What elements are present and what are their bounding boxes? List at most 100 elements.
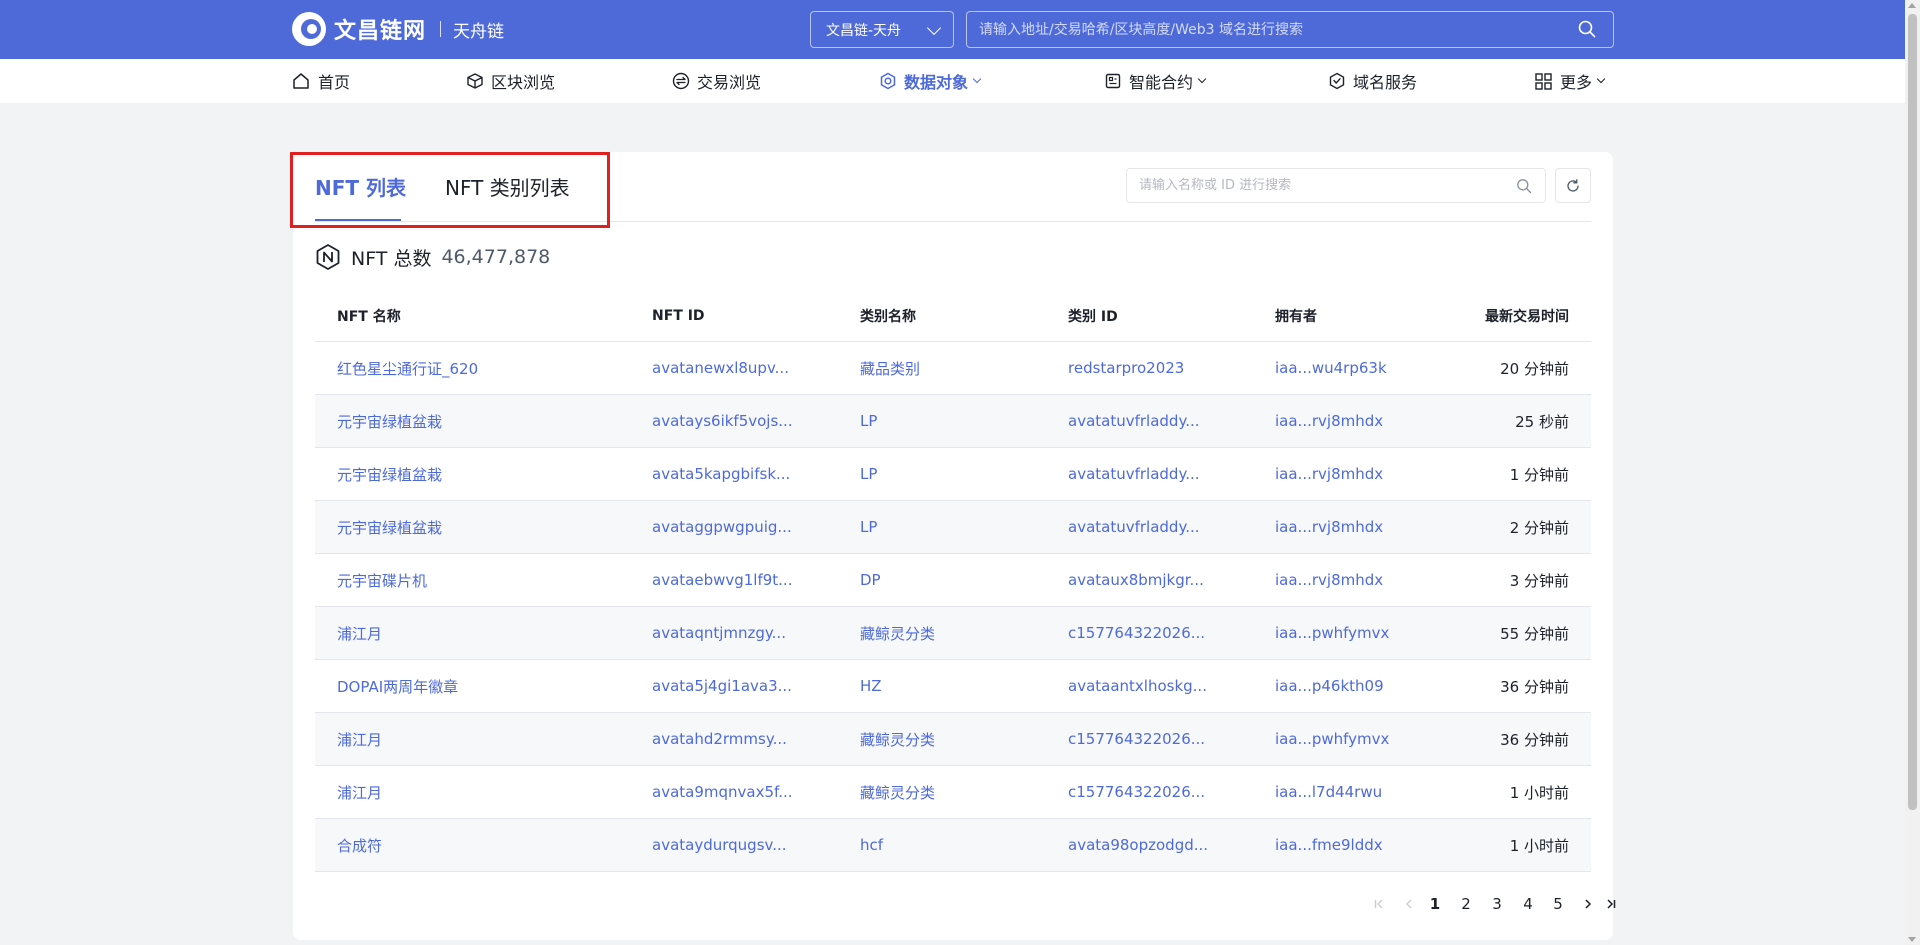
nav-item-domains[interactable]: 域名服务 [1328,59,1417,103]
owner-link[interactable]: iaa...rvj8mhdx [1275,395,1383,447]
nft-total: NFT 总数 46,477,878 [315,242,550,272]
first-page-icon [1374,899,1383,909]
owner-link[interactable]: iaa...rvj8mhdx [1275,554,1383,606]
nft-name-link[interactable]: 元宇宙碟片机 [337,554,427,606]
domain-icon [1329,72,1345,90]
class-id-link[interactable]: c157764322026... [1068,607,1205,659]
owner-link[interactable]: iaa...fme9lddx [1275,819,1383,871]
owner-link[interactable]: iaa...l7d44rwu [1275,766,1382,818]
next-page-button[interactable] [1576,887,1600,921]
table-row: 元宇宙绿植盆栽 avata5kapgbifsk... LP avatatuvfrlad… [315,448,1591,501]
nav-item-home[interactable]: 首页 [291,59,350,103]
class-id-link[interactable]: avatatuvfrladdy... [1068,501,1200,553]
nft-id-link[interactable]: avataggpwgpuig... [652,501,792,553]
nav-item-label: 更多 [1560,73,1593,92]
global-search-input[interactable] [966,11,1614,48]
class-id-link[interactable]: avataux8bmjkgr... [1068,554,1204,606]
nft-id-link[interactable]: avataebwvg1lf9t... [652,554,792,606]
nft-name-link[interactable]: 元宇宙绿植盆栽 [337,395,442,447]
nav-item-blocks[interactable]: 区块浏览 [466,59,555,103]
chevron-right-icon [1585,899,1592,909]
nft-total-label: NFT 总数 [351,247,432,270]
page-button[interactable]: 1 [1423,887,1447,921]
nft-id-link[interactable]: avatanewxl8upv... [652,342,789,394]
tabs-highlight-box [290,152,610,228]
prev-page-button[interactable] [1397,887,1421,921]
chevron-down-icon [972,74,982,84]
nft-name-link[interactable]: 元宇宙绿植盆栽 [337,448,442,500]
search-icon[interactable] [1516,178,1532,194]
class-id-link[interactable]: c157764322026... [1068,713,1205,765]
last-tx-time: 25 秒前 [1515,412,1569,431]
table-row: 元宇宙绿植盆栽 avatays6ikf5vojs... LP avatatuvfrla… [315,395,1591,448]
nft-hexagon-icon [316,244,340,270]
owner-link[interactable]: iaa...rvj8mhdx [1275,448,1383,500]
class-name-link[interactable]: 藏鲸灵分类 [860,607,935,659]
search-icon[interactable] [1578,20,1596,38]
class-name-link[interactable]: 藏鲸灵分类 [860,713,935,765]
class-id-link[interactable]: avatatuvfrladdy... [1068,395,1200,447]
logo[interactable]: 文昌链网 天舟链 [292,12,504,46]
first-page-button[interactable] [1367,887,1391,921]
owner-link[interactable]: iaa...rvj8mhdx [1275,501,1383,553]
scroll-down-icon[interactable] [1908,937,1916,942]
page-button[interactable]: 4 [1516,887,1540,921]
owner-link[interactable]: iaa...pwhfymvx [1275,607,1389,659]
last-tx-time: 20 分钟前 [1500,359,1569,378]
class-name-link[interactable]: 藏品类别 [860,342,920,394]
nft-name-link[interactable]: 红色星尘通行证_620 [337,342,478,394]
page-scrollbar[interactable] [1905,0,1920,945]
class-name-link[interactable]: LP [860,395,877,447]
nft-name-link[interactable]: 合成符 [337,819,382,871]
class-id-link[interactable]: avatatuvfrladdy... [1068,448,1200,500]
class-name-link[interactable]: hcf [860,819,883,871]
nft-id-link[interactable]: avata5kapgbifsk... [652,448,790,500]
class-name-link[interactable]: LP [860,448,877,500]
nft-name-link[interactable]: 浦江月 [337,607,382,659]
nft-id-link[interactable]: avatays6ikf5vojs... [652,395,793,447]
nft-name-link[interactable]: 浦江月 [337,766,382,818]
class-name-link[interactable]: 藏鲸灵分类 [860,766,935,818]
nft-name-link[interactable]: 元宇宙绿植盆栽 [337,501,442,553]
home-icon [293,73,309,89]
nft-name-link[interactable]: 浦江月 [337,713,382,765]
column-header: 最新交易时间 [1485,308,1569,325]
class-id-link[interactable]: avataantxlhoskg... [1068,660,1207,712]
nft-id-link[interactable]: avataydurqugsv... [652,819,787,871]
scroll-up-icon[interactable] [1908,3,1916,8]
owner-link[interactable]: iaa...pwhfymvx [1275,713,1389,765]
class-id-link[interactable]: c157764322026... [1068,766,1205,818]
owner-link[interactable]: iaa...wu4rp63k [1275,342,1387,394]
page-button[interactable]: 3 [1485,887,1509,921]
nft-id-link[interactable]: avataqntjmnzgy... [652,607,786,659]
nav-item-label: 交易浏览 [697,73,762,92]
chain-select[interactable]: 文昌链-天舟 [810,11,954,48]
nav-item-data-objects[interactable]: 数据对象 [879,59,982,103]
scrollbar-thumb[interactable] [1908,14,1917,810]
nav-item-contracts[interactable]: 智能合约 [1104,59,1207,103]
class-id-link[interactable]: redstarpro2023 [1068,342,1184,394]
last-tx-time: 1 分钟前 [1509,465,1569,484]
nav-item-transactions[interactable]: 交易浏览 [672,59,761,103]
nav-item-more[interactable]: 更多 [1534,59,1606,103]
class-name-link[interactable]: DP [860,554,881,606]
class-id-link[interactable]: avata98opzodgd... [1068,819,1208,871]
page-button[interactable]: 5 [1546,887,1570,921]
top-header: 文昌链网 天舟链 文昌链-天舟 [0,0,1905,59]
page-button[interactable]: 2 [1454,887,1478,921]
class-name-link[interactable]: LP [860,501,877,553]
nft-list-card: NFT 列表 NFT 类别列表 NFT 总数 46,477,878 NFT 名称… [293,152,1616,940]
logo-divider [440,21,442,37]
nft-name-link[interactable]: DOPAI两周年徽章 [337,660,458,712]
nft-id-link[interactable]: avata5j4gi1ava3... [652,660,792,712]
owner-link[interactable]: iaa...p46kth09 [1275,660,1384,712]
nft-id-link[interactable]: avatahd2rmmsy... [652,713,787,765]
nft-id-link[interactable]: avata9mqnvax5f... [652,766,793,818]
nft-search-input[interactable] [1126,168,1546,203]
class-name-link[interactable]: HZ [860,660,882,712]
refresh-button[interactable] [1555,168,1591,203]
last-page-button[interactable] [1603,887,1619,921]
table-row: 元宇宙绿植盆栽 avataggpwgpuig... LP avatatuvfrladd… [315,501,1591,554]
table-row: 元宇宙碟片机 avataebwvg1lf9t... DP avataux8bmjkgr… [315,554,1591,607]
last-tx-time: 1 小时前 [1509,783,1569,802]
